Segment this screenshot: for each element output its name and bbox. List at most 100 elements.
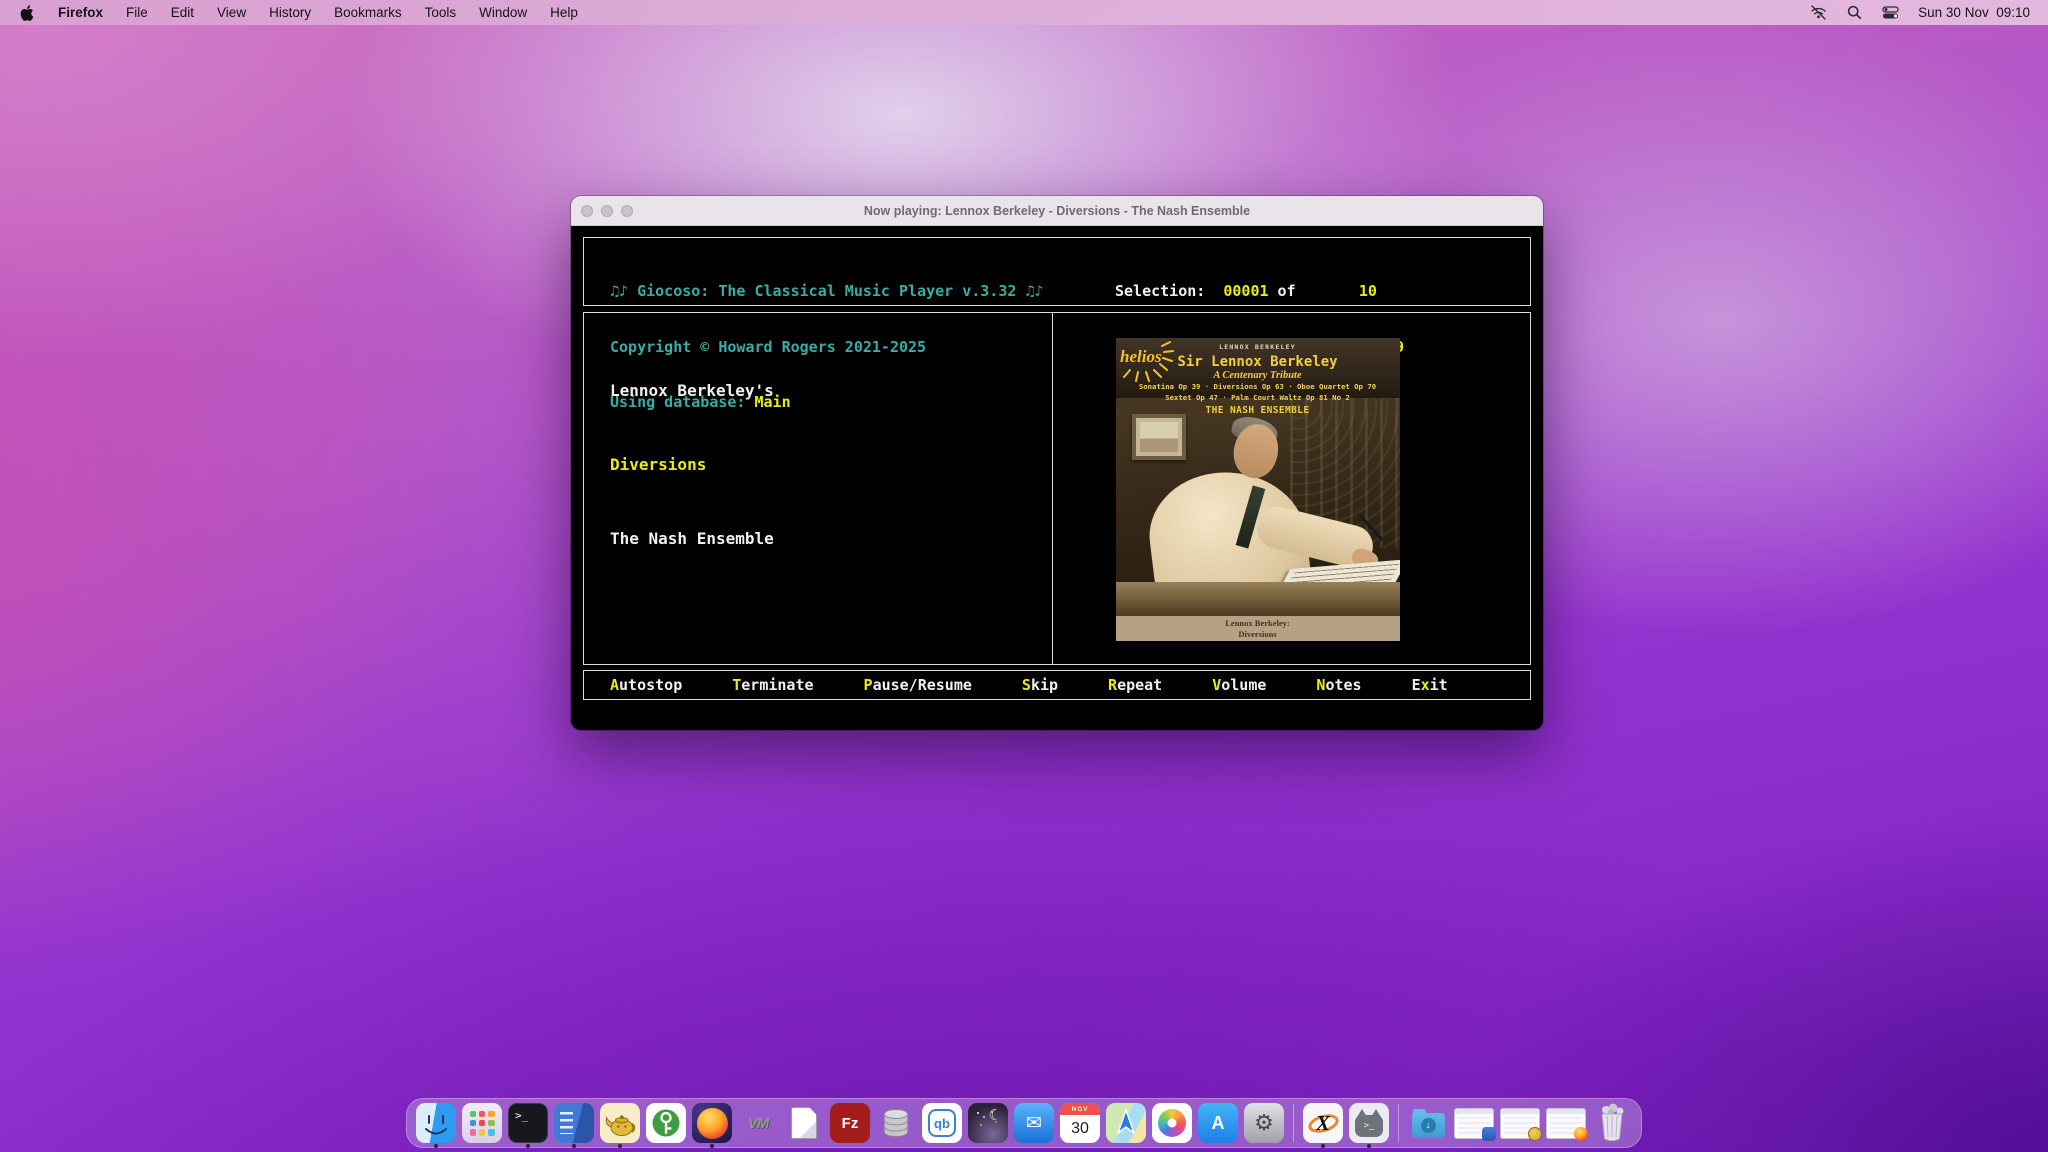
dock-minimized-window-3[interactable]: [1546, 1103, 1586, 1143]
dock-item-launchpad[interactable]: [462, 1103, 502, 1143]
dock-divider: [1293, 1104, 1294, 1142]
autostop-hotkey: A: [610, 676, 619, 694]
dock-item-maps[interactable]: [1106, 1103, 1146, 1143]
dock-item-stellarium[interactable]: ☾: [968, 1103, 1008, 1143]
banner-line1: ♫♪ Giocoso: The Classical Music Player v…: [610, 282, 1043, 300]
dock-item-database[interactable]: [876, 1103, 916, 1143]
dock-item-terminal[interactable]: >_: [508, 1103, 548, 1143]
exit-rest: it: [1430, 676, 1448, 694]
window-titlebar[interactable]: Now playing: Lennox Berkeley - Diversion…: [571, 196, 1543, 226]
dock-item-firefox[interactable]: [692, 1103, 732, 1143]
apple-logo-icon: [20, 5, 34, 21]
dock-divider: [1398, 1104, 1399, 1142]
terminate-rest: erminate: [741, 676, 813, 694]
spotlight-search-icon[interactable]: [1846, 4, 1863, 21]
control-center-icon[interactable]: [1882, 4, 1899, 21]
dock-item-vmware[interactable]: VM: [738, 1103, 778, 1143]
dock-minimized-window-1[interactable]: [1454, 1103, 1494, 1143]
giocoso-header-box: ♫♪ Giocoso: The Classical Music Player v…: [583, 237, 1531, 306]
dock-item-xquartz[interactable]: X: [1303, 1103, 1343, 1143]
now-playing-panel: Lennox Berkeley's Diversions The Nash En…: [584, 313, 1053, 664]
album-caption-line2: Diversions: [1116, 629, 1400, 640]
mail-icon: ✉: [1014, 1103, 1054, 1143]
menubar-app-name[interactable]: Firefox: [58, 5, 103, 20]
menubar-clock[interactable]: Sun 30 Nov 09:10: [1918, 5, 2030, 20]
volume-rest: olume: [1221, 676, 1266, 694]
minimized-window-thumbnail: [1546, 1108, 1586, 1139]
dock-item-photos[interactable]: [1152, 1103, 1192, 1143]
window-title: Now playing: Lennox Berkeley - Diversion…: [571, 204, 1543, 218]
gear-icon: ⚙: [1244, 1103, 1284, 1143]
menubar-item-help[interactable]: Help: [550, 5, 578, 20]
selection-current: 00001: [1223, 282, 1268, 300]
album-panel: LENNOX BERKELEY Sir Lennox Berkeley A Ce…: [1055, 313, 1531, 664]
trash-full-icon: [1592, 1103, 1632, 1143]
pause-hotkey: P: [864, 676, 873, 694]
dock: >_ VM Fz qb ☾ ✉: [406, 1098, 1642, 1148]
helios-label-logo: helios: [1118, 340, 1174, 390]
menu-item-exit[interactable]: Exit: [1412, 676, 1448, 694]
menu-item-repeat[interactable]: Repeat: [1108, 676, 1162, 694]
dock-item-trash[interactable]: [1592, 1103, 1632, 1143]
album-caption: Lennox Berkeley: Diversions: [1116, 616, 1400, 641]
selection-row: Selection: 00001 of 10: [1115, 282, 1404, 301]
menu-item-pause-resume[interactable]: Pause/Resume: [864, 676, 972, 694]
running-indicator: [710, 1144, 714, 1148]
apple-menu[interactable]: [18, 4, 35, 21]
terminal-icon: >_: [508, 1103, 548, 1143]
helios-text: helios: [1120, 347, 1162, 366]
wifi-off-icon[interactable]: [1810, 4, 1827, 21]
stellarium-icon: ☾: [968, 1103, 1008, 1143]
calendar-day: 30: [1060, 1115, 1100, 1143]
teapot-icon: [600, 1103, 640, 1143]
menubar-item-window[interactable]: Window: [479, 5, 527, 20]
dock-item-filezilla[interactable]: Fz: [830, 1103, 870, 1143]
minimized-app-badge: [1482, 1127, 1496, 1141]
album-works-line2: Sextet Op 47 · Palm Court Waltz Op 81 No…: [1116, 394, 1400, 403]
menubar-item-edit[interactable]: Edit: [171, 5, 194, 20]
repeat-hotkey: R: [1108, 676, 1117, 694]
giocoso-window: Now playing: Lennox Berkeley - Diversion…: [571, 196, 1543, 730]
menu-item-autostop[interactable]: Autostop: [610, 676, 682, 694]
database-icon: [876, 1103, 916, 1143]
volume-hotkey: V: [1212, 676, 1221, 694]
running-indicator: [526, 1144, 530, 1148]
dock-item-teapot-app[interactable]: [600, 1103, 640, 1143]
running-indicator: [434, 1144, 438, 1148]
dock-item-kitty-terminal[interactable]: >_: [1349, 1103, 1389, 1143]
vmware-icon: VM: [738, 1103, 778, 1143]
dock-item-app-store[interactable]: A: [1198, 1103, 1238, 1143]
album-ensemble: THE NASH ENSEMBLE: [1116, 405, 1400, 416]
libreoffice-document-icon: [784, 1103, 824, 1143]
running-indicator: [1367, 1144, 1371, 1148]
menu-item-notes[interactable]: Notes: [1316, 676, 1361, 694]
performer-line: The Nash Ensemble: [610, 521, 1052, 557]
menubar-item-history[interactable]: History: [269, 5, 311, 20]
dock-item-finder[interactable]: [416, 1103, 456, 1143]
calendar-month: NOV: [1060, 1103, 1100, 1115]
album-caption-line1: Lennox Berkeley:: [1116, 618, 1400, 629]
menubar-item-file[interactable]: File: [126, 5, 148, 20]
skip-hotkey: S: [1022, 676, 1031, 694]
menubar-item-view[interactable]: View: [217, 5, 246, 20]
dock-item-document-app[interactable]: [554, 1103, 594, 1143]
dock-item-calendar[interactable]: NOV 30: [1060, 1103, 1100, 1143]
menu-item-terminate[interactable]: Terminate: [732, 676, 813, 694]
menubar-item-tools[interactable]: Tools: [425, 5, 457, 20]
calendar-icon: NOV 30: [1060, 1103, 1100, 1143]
dock-item-downloads[interactable]: ↓: [1408, 1103, 1448, 1143]
menu-item-volume[interactable]: Volume: [1212, 676, 1266, 694]
pause-rest: ause/Resume: [873, 676, 972, 694]
dock-item-libreoffice[interactable]: [784, 1103, 824, 1143]
menubar-item-bookmarks[interactable]: Bookmarks: [334, 5, 402, 20]
minimized-window-thumbnail: [1454, 1108, 1494, 1139]
composer-line: Lennox Berkeley's: [610, 373, 1052, 409]
menubar: Firefox File Edit View History Bookmarks…: [0, 0, 2048, 25]
dock-item-keepassxc[interactable]: [646, 1103, 686, 1143]
dock-minimized-window-2[interactable]: [1500, 1103, 1540, 1143]
menu-item-skip[interactable]: Skip: [1022, 676, 1058, 694]
giocoso-menu-bar: Autostop Terminate Pause/Resume Skip Rep…: [583, 670, 1531, 700]
dock-item-qbittorrent[interactable]: qb: [922, 1103, 962, 1143]
dock-item-mail[interactable]: ✉: [1014, 1103, 1054, 1143]
dock-item-system-preferences[interactable]: ⚙: [1244, 1103, 1284, 1143]
